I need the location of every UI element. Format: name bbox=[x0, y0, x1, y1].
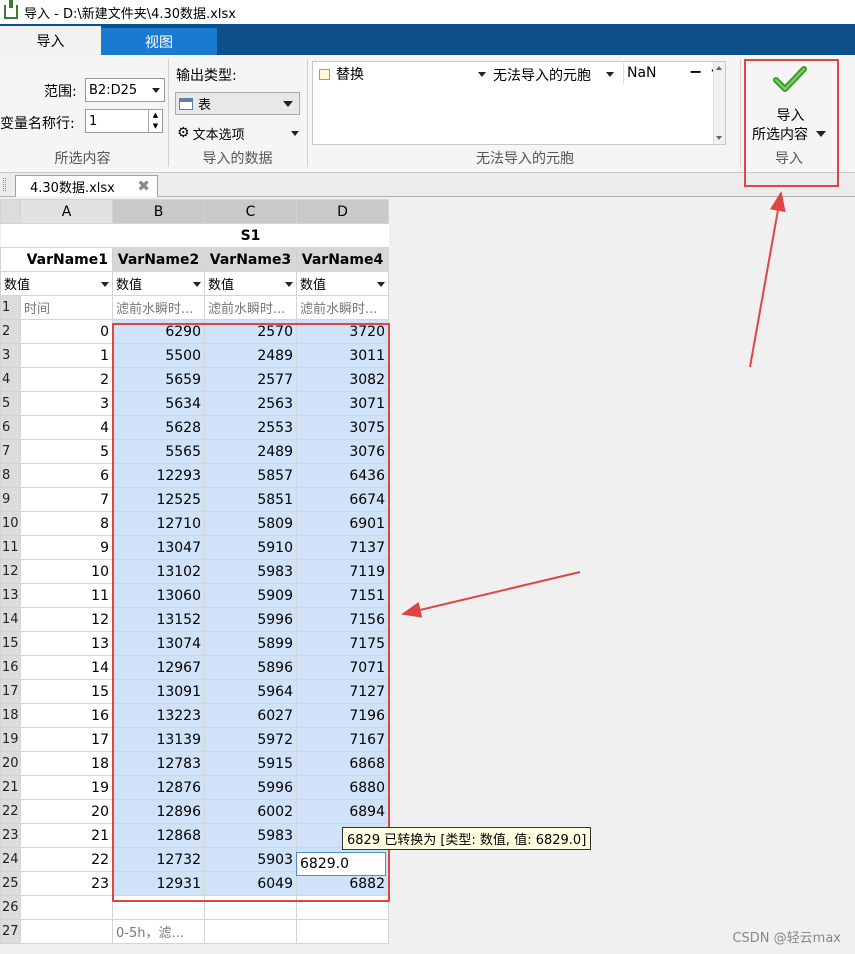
watermark: CSDN @轻云max bbox=[732, 931, 841, 946]
cell-edit-field[interactable]: 6829.0 bbox=[296, 852, 386, 876]
arrow-to-import-button bbox=[749, 191, 786, 368]
arrow-to-selection bbox=[401, 571, 581, 618]
annotation-arrows bbox=[401, 191, 786, 618]
conversion-tooltip: 6829 已转换为 [类型: 数值, 值: 6829.0] bbox=[342, 827, 592, 850]
